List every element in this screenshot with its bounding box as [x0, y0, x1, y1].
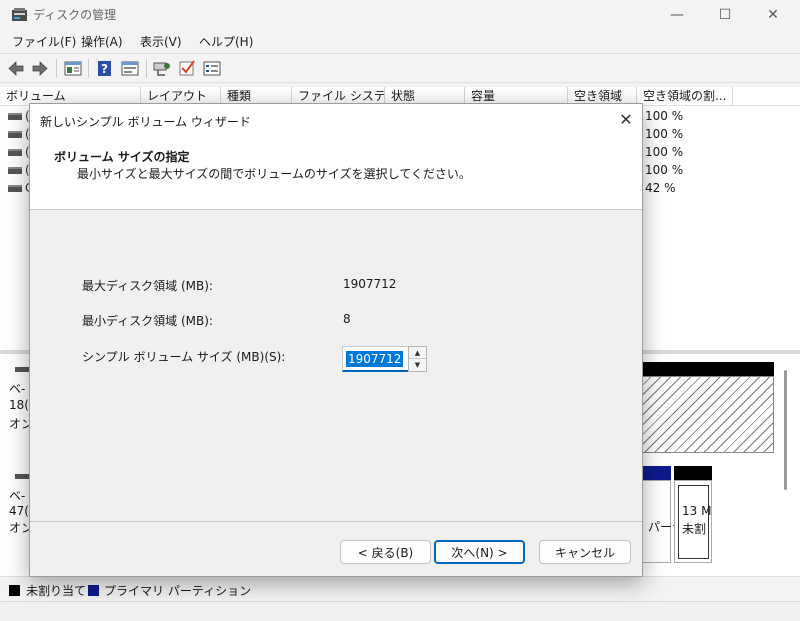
free-percent-cell: 100 %: [645, 163, 684, 177]
minimize-button[interactable]: —: [654, 0, 700, 30]
volume-size-value[interactable]: 1907712: [346, 351, 404, 367]
dialog-title: 新しいシンプル ボリューム ウィザード: [40, 115, 251, 129]
volume-icon: [8, 131, 22, 138]
close-button[interactable]: ✕: [750, 0, 796, 30]
unallocated-partition[interactable]: [642, 376, 774, 453]
next-button[interactable]: 次へ(N) >: [434, 540, 525, 564]
free-percent-cell: 42 %: [645, 181, 676, 195]
unallocated-size-fragment: 13 M: [682, 504, 712, 518]
volume-size-stepper[interactable]: ▲ ▼: [408, 346, 427, 372]
connect-icon[interactable]: [153, 60, 171, 77]
window-title: ディスクの管理: [33, 8, 117, 22]
toolbar-separator: [146, 59, 147, 78]
legend-swatch-unallocated: [9, 585, 20, 596]
disk-list-icon[interactable]: [64, 60, 82, 77]
max-disk-space-label: 最大ディスク領域 (MB):: [82, 279, 213, 293]
properties-icon[interactable]: [121, 60, 139, 77]
footer-divider: [30, 521, 642, 522]
disk-type-text: ベ-: [9, 382, 26, 396]
vertical-scrollbar[interactable]: [784, 370, 787, 490]
volume-icon: [8, 167, 22, 174]
details-icon[interactable]: [203, 60, 221, 77]
toolbar: ?: [0, 53, 800, 83]
title-bar: ディスクの管理 — ☐ ✕: [0, 0, 800, 30]
volume-icon: [8, 149, 22, 156]
help-icon[interactable]: ?: [96, 60, 114, 77]
legend-label-primary: プライマリ パーティション: [104, 584, 252, 598]
disk-icon: [15, 474, 29, 479]
free-percent-cell: 100 %: [645, 145, 684, 159]
unallocated-label-fragment: 未割: [682, 522, 707, 536]
primary-partition-header: [642, 466, 671, 480]
stepper-up-icon[interactable]: ▲: [409, 347, 426, 359]
back-arrow-icon[interactable]: [7, 60, 25, 77]
status-bar: [0, 601, 800, 621]
dialog-header: 新しいシンプル ボリューム ウィザード ✕ ボリューム サイズの指定 最小サイズ…: [30, 104, 642, 210]
unallocated-header-small: [674, 466, 712, 480]
disk-type-text: ベ-: [9, 489, 26, 503]
volume-icon: [8, 113, 22, 120]
legend-label-unallocated: 未割り当て: [26, 584, 87, 598]
volume-size-label: シンプル ボリューム サイズ (MB)(S):: [82, 350, 286, 364]
menu-help[interactable]: ヘルプ(H): [199, 33, 253, 50]
disk-icon: [15, 367, 29, 372]
cancel-button[interactable]: キャンセル: [539, 540, 631, 564]
dialog-close-icon[interactable]: ✕: [616, 110, 636, 130]
column-header-free-percent[interactable]: 空き領域の割...: [637, 87, 733, 106]
free-percent-cell: 100 %: [645, 127, 684, 141]
legend-swatch-primary: [88, 585, 99, 596]
toolbar-separator: [88, 59, 89, 78]
menu-action[interactable]: 操作(A): [81, 33, 123, 50]
min-disk-space-label: 最小ディスク領域 (MB):: [82, 314, 213, 328]
forward-arrow-icon[interactable]: [31, 60, 49, 77]
volume-icon: [8, 185, 22, 192]
disk-size-text: 18(: [9, 398, 29, 412]
free-percent-cell: 100 %: [645, 109, 684, 123]
check-icon[interactable]: [178, 60, 196, 77]
min-disk-space-value: 8: [343, 312, 351, 326]
menu-bar: ファイル(F) 操作(A) 表示(V) ヘルプ(H): [0, 30, 800, 52]
legend-bar: 未割り当て プライマリ パーティション: [0, 576, 800, 601]
stepper-down-icon[interactable]: ▼: [409, 359, 426, 371]
wizard-step-description: 最小サイズと最大サイズの間でボリュームのサイズを選択してください。: [77, 167, 471, 181]
disk-size-text: 47(: [9, 504, 29, 518]
toolbar-separator: [56, 59, 57, 78]
svg-text:?: ?: [101, 62, 108, 76]
menu-file[interactable]: ファイル(F): [12, 33, 76, 50]
unallocated-header: [642, 362, 774, 376]
disk-management-icon: [12, 8, 27, 21]
back-button[interactable]: < 戻る(B): [340, 540, 431, 564]
max-disk-space-value: 1907712: [343, 277, 397, 291]
menu-view[interactable]: 表示(V): [140, 33, 182, 50]
wizard-step-heading: ボリューム サイズの指定: [54, 150, 190, 164]
maximize-button[interactable]: ☐: [702, 0, 748, 30]
new-simple-volume-wizard-dialog: 新しいシンプル ボリューム ウィザード ✕ ボリューム サイズの指定 最小サイズ…: [29, 103, 643, 577]
